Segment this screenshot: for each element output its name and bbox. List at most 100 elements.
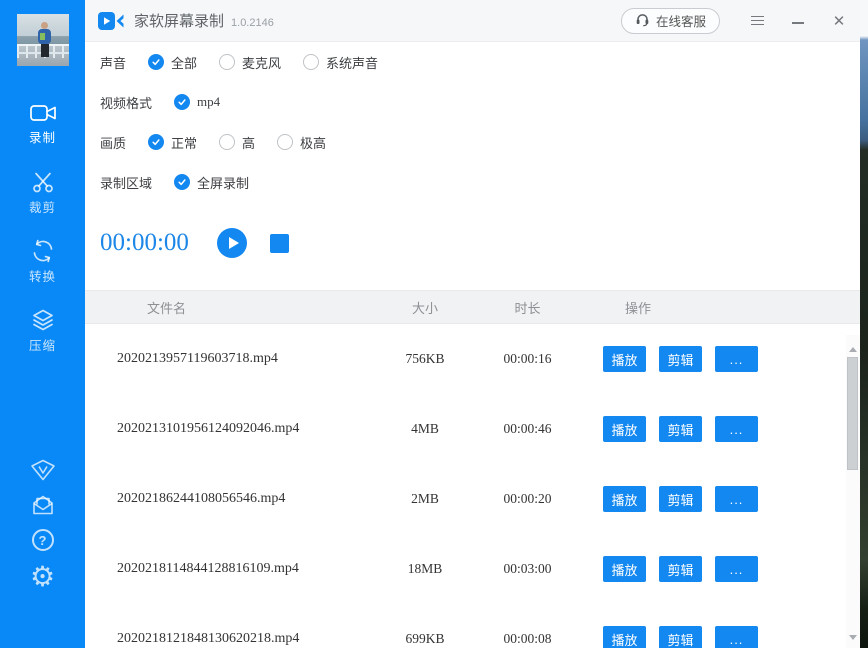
camera-icon — [30, 102, 56, 124]
avatar-photo-person — [41, 44, 49, 57]
table-body: 2020213957119603718.mp4 756KB 00:00:16 播… — [85, 324, 860, 648]
radio-label: mp4 — [197, 94, 220, 110]
sidebar-item-label: 转换 — [29, 266, 56, 285]
play-file-button[interactable]: 播放 — [603, 416, 646, 442]
file-name: 2020213101956124092046.mp4 — [85, 421, 385, 437]
option-label: 视频格式 — [100, 93, 152, 112]
mail-icon[interactable] — [30, 493, 56, 518]
close-button[interactable]: ✕ — [830, 12, 848, 30]
play-icon[interactable] — [217, 228, 247, 258]
scroll-up-icon[interactable] — [849, 347, 857, 352]
more-actions-button[interactable]: ... — [715, 346, 758, 372]
radio-format-mp4[interactable]: mp4 — [174, 94, 220, 110]
file-duration: 00:00:16 — [465, 351, 590, 367]
radio-label: 系统声音 — [326, 53, 378, 72]
radio-sound-system[interactable]: 系统声音 — [303, 53, 378, 72]
radio-unchecked-icon — [303, 54, 319, 70]
radio-label: 全部 — [171, 53, 197, 72]
file-size: 4MB — [385, 421, 465, 437]
column-header-size: 大小 — [385, 298, 465, 317]
column-header-actions: 操作 — [590, 298, 860, 317]
online-support-label: 在线客服 — [656, 11, 706, 30]
option-label: 录制区域 — [100, 173, 152, 192]
radio-checked-icon — [174, 174, 190, 190]
radio-label: 极高 — [300, 133, 326, 152]
play-file-button[interactable]: 播放 — [603, 346, 646, 372]
sidebar-item-convert[interactable]: 转换 — [0, 238, 85, 285]
option-row-sound: 声音 全部 麦克风 系统声音 — [85, 42, 860, 82]
more-actions-button[interactable]: ... — [715, 416, 758, 442]
table-row: 2020213101956124092046.mp4 4MB 00:00:46 … — [85, 394, 860, 464]
play-file-button[interactable]: 播放 — [603, 486, 646, 512]
option-row-quality: 画质 正常 高 极高 — [85, 122, 860, 162]
radio-unchecked-icon — [219, 54, 235, 70]
table-row: 2020218121848130620218.mp4 699KB 00:00:0… — [85, 604, 860, 648]
scroll-down-icon[interactable] — [849, 635, 857, 640]
file-size: 699KB — [385, 631, 465, 647]
screen: 录制 裁剪 转换 压缩 — [0, 0, 868, 648]
sidebar-item-label: 录制 — [29, 127, 56, 146]
radio-quality-high[interactable]: 高 — [219, 133, 255, 152]
table-scrollbar[interactable] — [846, 335, 860, 648]
file-name: 2020218114844128816109.mp4 — [85, 561, 385, 577]
sidebar: 录制 裁剪 转换 压缩 — [0, 0, 85, 648]
app-window: 录制 裁剪 转换 压缩 — [0, 0, 860, 648]
file-size: 2MB — [385, 491, 465, 507]
table-row: 2020213957119603718.mp4 756KB 00:00:16 播… — [85, 324, 860, 394]
more-actions-button[interactable]: ... — [715, 556, 758, 582]
file-size: 756KB — [385, 351, 465, 367]
vip-icon[interactable] — [30, 458, 56, 482]
option-label: 画质 — [100, 133, 126, 152]
file-duration: 00:00:08 — [465, 631, 590, 647]
scrollbar-thumb[interactable] — [847, 357, 858, 470]
radio-quality-normal[interactable]: 正常 — [148, 133, 197, 152]
more-actions-button[interactable]: ... — [715, 626, 758, 648]
edit-file-button[interactable]: 剪辑 — [659, 626, 702, 648]
radio-label: 高 — [242, 133, 255, 152]
online-support-button[interactable]: 在线客服 — [621, 8, 720, 34]
settings-icon[interactable]: ⚙ — [30, 562, 55, 592]
minimize-button[interactable] — [789, 17, 807, 24]
edit-file-button[interactable]: 剪辑 — [659, 486, 702, 512]
recorder-controls: 00:00:00 — [85, 221, 860, 265]
menu-button[interactable] — [748, 16, 766, 25]
edit-file-button[interactable]: 剪辑 — [659, 416, 702, 442]
desktop-background — [860, 0, 868, 648]
more-actions-button[interactable]: ... — [715, 486, 758, 512]
radio-checked-icon — [148, 54, 164, 70]
sidebar-item-trim[interactable]: 裁剪 — [0, 169, 85, 216]
close-icon: ✕ — [833, 12, 846, 30]
radio-sound-all[interactable]: 全部 — [148, 53, 197, 72]
edit-file-button[interactable]: 剪辑 — [659, 346, 702, 372]
sidebar-item-compress[interactable]: 压缩 — [0, 307, 85, 354]
app-logo-icon — [98, 11, 124, 31]
main-content: 声音 全部 麦克风 系统声音 视频格式 mp4 — [85, 42, 860, 648]
sidebar-footer: ? ⚙ — [0, 458, 85, 592]
radio-checked-icon — [174, 94, 190, 110]
help-icon[interactable]: ? — [32, 529, 54, 551]
radio-checked-icon — [148, 134, 164, 150]
radio-quality-veryhigh[interactable]: 极高 — [277, 133, 326, 152]
file-name: 2020213957119603718.mp4 — [85, 351, 385, 367]
sidebar-item-record[interactable]: 录制 — [0, 100, 85, 147]
file-size: 18MB — [385, 561, 465, 577]
menu-icon — [751, 16, 764, 25]
column-header-filename: 文件名 — [85, 298, 385, 317]
avatar-photo-person — [40, 33, 45, 40]
recording-timer: 00:00:00 — [100, 229, 196, 257]
option-row-format: 视频格式 mp4 — [85, 82, 860, 122]
radio-region-fullscreen[interactable]: 全屏录制 — [174, 173, 249, 192]
radio-label: 正常 — [171, 133, 197, 152]
edit-file-button[interactable]: 剪辑 — [659, 556, 702, 582]
option-label: 声音 — [100, 53, 126, 72]
radio-sound-microphone[interactable]: 麦克风 — [219, 53, 281, 72]
radio-label: 全屏录制 — [197, 173, 249, 192]
recordings-table: 文件名 大小 时长 操作 2020213957119603718.mp4 756… — [85, 290, 860, 648]
stop-icon[interactable] — [270, 234, 289, 253]
play-file-button[interactable]: 播放 — [603, 626, 646, 648]
minimize-icon — [792, 22, 804, 24]
column-header-duration: 时长 — [465, 298, 590, 317]
avatar[interactable] — [17, 14, 69, 66]
table-row: 2020218114844128816109.mp4 18MB 00:03:00… — [85, 534, 860, 604]
play-file-button[interactable]: 播放 — [603, 556, 646, 582]
